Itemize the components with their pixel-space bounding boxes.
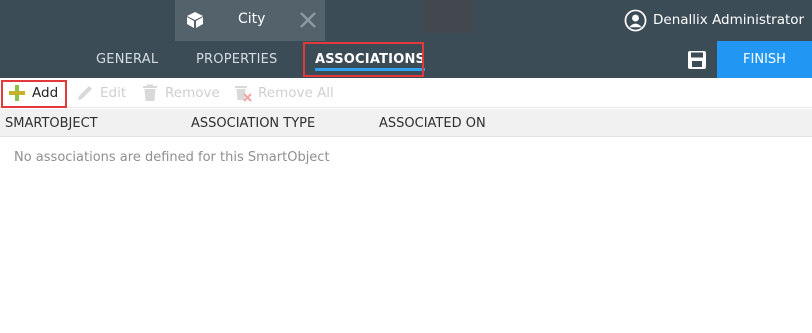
save-icon[interactable] [684,49,710,71]
toolbar: Add Edit Remove Remove All [0,78,812,108]
add-highlight [1,80,67,108]
empty-state-message: No associations are defined for this Sma… [14,150,330,165]
close-icon[interactable] [297,9,319,31]
remove-button[interactable]: Remove [141,78,220,108]
edit-button[interactable]: Edit [76,78,126,108]
nav-bar: GENERAL PROPERTIES ASSOCIATIONS FINISH [0,41,812,78]
document-tab[interactable]: City [175,0,325,41]
column-association-type[interactable]: ASSOCIATION TYPE [191,109,315,137]
top-bar: City Denallix Administrator [0,0,812,41]
table-header: SMARTOBJECT ASSOCIATION TYPE ASSOCIATED … [0,109,812,137]
cube-icon [187,12,203,28]
remove-all-label: Remove All [258,85,334,101]
tab-properties-label: PROPERTIES [196,52,278,67]
trash-icon [143,84,157,101]
user-name: Denallix Administrator [653,12,805,28]
finish-button[interactable]: FINISH [717,41,812,78]
user-menu[interactable]: Denallix Administrator [624,8,804,32]
trash-x-icon [235,86,252,102]
document-title: City [238,11,266,27]
hidden-tab [424,0,472,33]
tab-general-label: GENERAL [96,52,159,67]
column-smartobject[interactable]: SMARTOBJECT [5,109,98,137]
associations-highlight [303,42,424,77]
edit-label: Edit [100,85,127,101]
column-associated-on[interactable]: ASSOCIATED ON [379,109,486,137]
pencil-icon [78,86,92,100]
user-icon [624,9,647,31]
remove-label: Remove [165,85,220,101]
remove-all-button[interactable]: Remove All [234,78,334,108]
tab-properties[interactable]: PROPERTIES [186,41,288,78]
tab-general[interactable]: GENERAL [86,41,168,78]
